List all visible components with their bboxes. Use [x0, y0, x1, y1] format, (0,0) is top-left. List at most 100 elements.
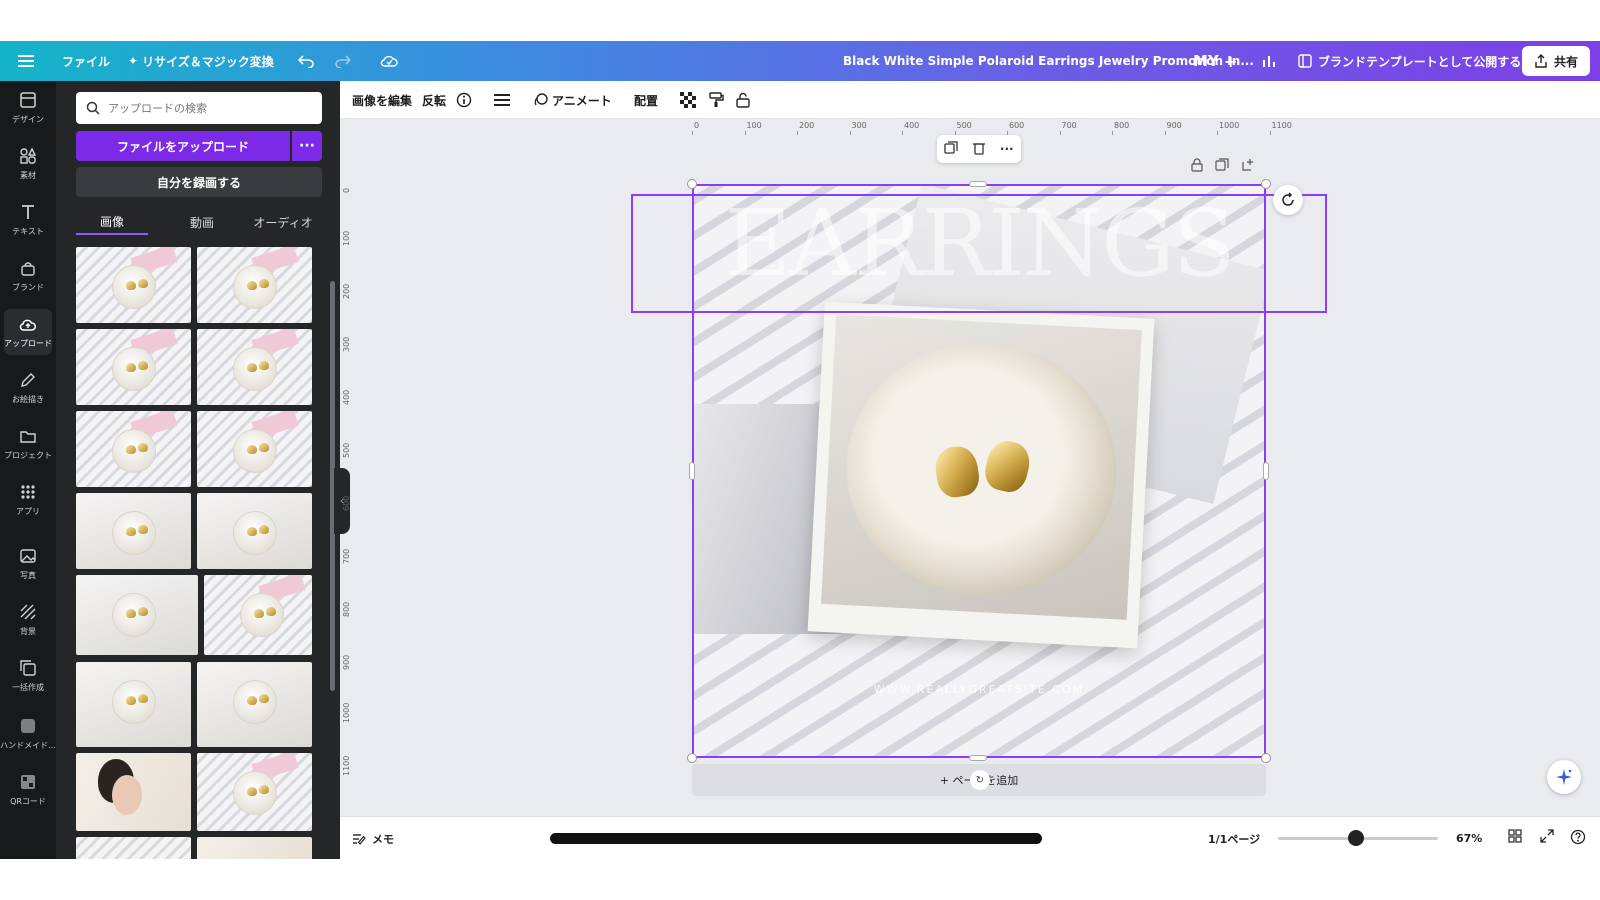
rail-item-folder[interactable]: プロジェクト [0, 419, 56, 469]
record-yourself-button[interactable]: 自分を録画する [76, 167, 322, 197]
share-button[interactable]: 共有 [1521, 46, 1590, 76]
zoom-slider-knob[interactable] [1347, 830, 1364, 846]
help-icon[interactable] [1570, 829, 1586, 848]
line-weight-icon[interactable] [494, 81, 510, 119]
rail-item-photo[interactable]: 写真 [0, 539, 56, 589]
cloud-saved-icon[interactable] [380, 41, 398, 81]
flip-button[interactable]: 反転 [422, 81, 446, 119]
avatar[interactable]: MY [1193, 41, 1219, 81]
ruler-tick-label: 800 [342, 601, 351, 617]
ruler-tick-label: 0 [342, 187, 351, 193]
lock-icon[interactable] [736, 81, 750, 119]
animate-button[interactable]: アニメート [534, 81, 612, 119]
rail-item-layout[interactable]: デザイン [0, 83, 56, 133]
upload-thumbnail[interactable] [76, 411, 191, 487]
upload-thumbnail[interactable] [76, 662, 191, 747]
thumbnail-earring [126, 527, 136, 536]
page-count[interactable]: 1/1ページ [1208, 817, 1260, 859]
thumbnail-earring [138, 279, 148, 288]
upload-thumbnail[interactable] [76, 247, 191, 323]
upload-thumbnail[interactable] [76, 329, 191, 405]
resize-handle-top-left[interactable] [687, 179, 697, 189]
rotate-icon[interactable] [1273, 185, 1303, 215]
rail-item-bulk-create[interactable]: 一括作成 [0, 651, 56, 701]
rail-item-label: アップロード [4, 339, 52, 348]
brand-template-button[interactable]: ブランドテンプレートとして公開する [1298, 41, 1521, 81]
edit-image-button[interactable]: 画像を編集 [352, 81, 412, 119]
tab-videos[interactable]: 動画 [166, 209, 238, 235]
ruler-tick-label: 500 [956, 121, 972, 130]
notes-label: メモ [372, 832, 394, 846]
info-icon[interactable] [456, 81, 472, 119]
upload-thumbnail[interactable] [197, 662, 312, 747]
grid-view-icon[interactable] [1508, 829, 1522, 846]
upload-thumbnail[interactable] [197, 837, 312, 859]
page-lock-icon[interactable] [1191, 157, 1203, 176]
resize-handle-left[interactable] [689, 462, 695, 480]
rail-item-apps[interactable]: アプリ [0, 475, 56, 525]
rail-item-text[interactable]: テキスト [0, 195, 56, 245]
file-menu[interactable]: ファイル [62, 41, 110, 81]
tab-audio[interactable]: オーディオ [240, 209, 326, 235]
resize-magic-button[interactable]: ✦ リサイズ＆マジック変換 [128, 41, 274, 81]
position-button[interactable]: 配置 [634, 81, 658, 119]
thumbnail-earring [254, 609, 264, 618]
page-corner-tools [1191, 157, 1255, 176]
thumbnail-earring [247, 363, 257, 372]
cloud-upload-icon [19, 315, 37, 335]
undo-icon[interactable] [298, 41, 314, 81]
rail-item-background[interactable]: 背景 [0, 595, 56, 645]
upload-file-button[interactable]: ファイルをアップロード [76, 131, 290, 161]
resize-handle-top[interactable] [969, 181, 987, 187]
upload-more-options-icon[interactable]: ··· [292, 131, 322, 161]
layout-icon [19, 91, 37, 111]
upload-search-input[interactable] [108, 101, 298, 115]
delete-icon[interactable] [973, 141, 986, 158]
ruler-tick-label: 100 [746, 121, 762, 130]
thumbnail-earring [126, 696, 136, 705]
rail-item-brand[interactable]: ブランド [0, 251, 56, 301]
fullscreen-icon[interactable] [1540, 829, 1554, 846]
editor-app: ファイル ✦ リサイズ＆マジック変換 Black White Simple Po… [0, 41, 1600, 859]
resize-handle-bottom-left[interactable] [687, 753, 697, 763]
upload-thumbnail[interactable] [76, 493, 191, 569]
upload-thumbnail[interactable] [76, 753, 191, 831]
notes-button[interactable]: メモ [352, 817, 394, 859]
duplicate-page-icon[interactable] [1215, 157, 1229, 176]
tab-images[interactable]: 画像 [76, 209, 148, 235]
upload-thumbnail[interactable] [197, 247, 312, 323]
rail-item-draw[interactable]: お絵描き [0, 363, 56, 413]
duplicate-icon[interactable] [944, 140, 959, 158]
transparency-icon[interactable] [680, 81, 696, 119]
upload-thumbnail[interactable] [197, 753, 312, 831]
photo-icon [19, 547, 37, 567]
upload-thumbnail[interactable] [204, 575, 312, 655]
redo-icon[interactable] [335, 41, 351, 81]
rail-item-handmade[interactable]: ハンドメイド... [0, 709, 56, 759]
ruler-tick-label: 300 [342, 336, 351, 352]
upload-thumbnail[interactable] [197, 493, 312, 569]
analytics-icon[interactable] [1262, 41, 1276, 81]
add-collaborator-icon[interactable]: + [1224, 41, 1237, 81]
thumbnail-earring [138, 443, 148, 452]
upload-thumbnail[interactable] [76, 575, 198, 655]
resize-handle-right[interactable] [1263, 462, 1269, 480]
rail-item-qr-code[interactable]: QRコード [0, 765, 56, 815]
resize-handle-top-right[interactable] [1261, 179, 1271, 189]
magic-assistant-icon[interactable] [1547, 760, 1581, 794]
upload-thumbnail[interactable] [76, 837, 191, 859]
rail-item-cloud-upload[interactable]: アップロード [0, 307, 56, 357]
upload-search-box[interactable] [76, 92, 322, 124]
more-options-icon[interactable]: ··· [1000, 142, 1014, 156]
menu-icon[interactable] [18, 41, 34, 81]
resize-handle-bottom-right[interactable] [1261, 753, 1271, 763]
resize-handle-bottom[interactable] [969, 755, 987, 761]
upload-thumbnail[interactable] [197, 329, 312, 405]
add-page-icon[interactable] [1241, 157, 1255, 176]
zoom-level[interactable]: 67% [1456, 817, 1482, 859]
refresh-icon[interactable]: ↻ [970, 770, 990, 790]
top-bar: ファイル ✦ リサイズ＆マジック変換 Black White Simple Po… [0, 41, 1600, 81]
paint-format-icon[interactable] [708, 81, 724, 119]
rail-item-shapes[interactable]: 素材 [0, 139, 56, 189]
upload-thumbnail[interactable] [197, 411, 312, 487]
